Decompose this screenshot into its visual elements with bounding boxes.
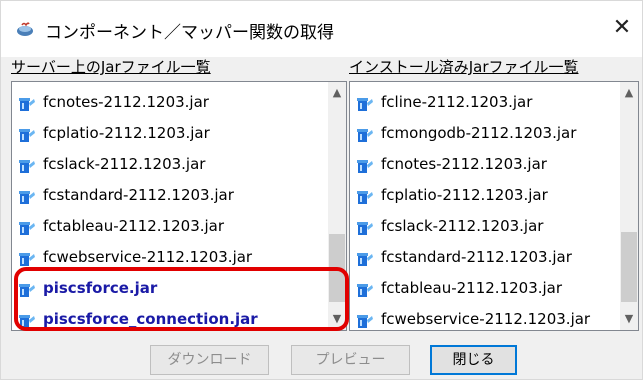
installed-jar-panel: インストール済みJarファイル一覧 fcline-2112.1203.jar fc… xyxy=(349,57,639,331)
dialog-window: コンポーネント／マッパー関数の取得 ✕ サーバー上のJarファイル一覧 fcno… xyxy=(0,0,643,380)
list-item-label: fcstandard-2112.1203.jar xyxy=(381,248,572,266)
list-item-label: fcline-2112.1203.jar xyxy=(381,93,533,111)
jar-file-icon xyxy=(19,315,35,328)
scroll-thumb[interactable] xyxy=(329,234,345,302)
scroll-down-icon[interactable]: ▼ xyxy=(620,310,638,328)
installed-jar-scrollbar[interactable]: ▲ ▼ xyxy=(620,82,638,330)
scroll-up-icon[interactable]: ▲ xyxy=(328,84,346,102)
list-item-label: fcslack-2112.1203.jar xyxy=(381,217,544,235)
jar-file-icon xyxy=(357,160,373,173)
java-cup-icon xyxy=(17,22,33,36)
list-item-label: fcwebservice-2112.1203.jar xyxy=(381,310,591,328)
list-item-label: fcnotes-2112.1203.jar xyxy=(43,93,209,111)
scroll-down-icon[interactable]: ▼ xyxy=(328,310,346,328)
list-item-label: fcplatio-2112.1203.jar xyxy=(43,124,210,142)
jar-file-icon xyxy=(357,253,373,266)
preview-button[interactable]: プレビュー xyxy=(291,345,410,375)
installed-jar-header: インストール済みJarファイル一覧 xyxy=(349,58,579,76)
jar-file-icon xyxy=(357,284,373,297)
jar-file-icon xyxy=(19,129,35,142)
title-bar: コンポーネント／マッパー関数の取得 ✕ xyxy=(1,1,642,57)
server-jar-scrollbar[interactable]: ▲ ▼ xyxy=(328,82,346,330)
dialog-body: サーバー上のJarファイル一覧 fcnotes-2112.1203.jar fcp… xyxy=(1,57,642,379)
list-item-label: fctableau-2112.1203.jar xyxy=(43,217,225,235)
jar-file-icon xyxy=(357,129,373,142)
installed-jar-list[interactable]: fcline-2112.1203.jar fcmongodb-2112.1203.… xyxy=(349,81,639,331)
jar-file-icon xyxy=(357,191,373,204)
list-item-label: fcslack-2112.1203.jar xyxy=(43,155,206,173)
server-jar-panel: サーバー上のJarファイル一覧 fcnotes-2112.1203.jar fcp… xyxy=(11,57,347,331)
list-item-label: fcstandard-2112.1203.jar xyxy=(43,186,234,204)
close-button[interactable]: 閉じる xyxy=(430,345,517,375)
list-item-label: piscsforce.jar xyxy=(43,279,158,297)
jar-file-icon xyxy=(19,160,35,173)
server-jar-list[interactable]: fcnotes-2112.1203.jar fcplatio-2112.1203.… xyxy=(11,81,347,331)
jar-file-icon xyxy=(357,98,373,111)
jar-file-icon xyxy=(19,253,35,266)
window-title: コンポーネント／マッパー関数の取得 xyxy=(45,23,334,43)
jar-file-icon xyxy=(357,315,373,328)
list-item-label: fcnotes-2112.1203.jar xyxy=(381,155,547,173)
download-button[interactable]: ダウンロード xyxy=(150,345,269,375)
jar-file-icon xyxy=(19,222,35,235)
list-item-label: fcmongodb-2112.1203.jar xyxy=(381,124,577,142)
scroll-up-icon[interactable]: ▲ xyxy=(620,84,638,102)
scroll-thumb[interactable] xyxy=(621,232,637,302)
list-item-label: fcwebservice-2112.1203.jar xyxy=(43,248,253,266)
list-item-label: piscsforce_connection.jar xyxy=(43,310,258,328)
jar-file-icon xyxy=(357,222,373,235)
list-item-label: fcplatio-2112.1203.jar xyxy=(381,186,548,204)
jar-file-icon xyxy=(19,191,35,204)
list-item-label: fctableau-2112.1203.jar xyxy=(381,279,563,297)
jar-file-icon xyxy=(19,98,35,111)
server-jar-header: サーバー上のJarファイル一覧 xyxy=(11,58,211,76)
close-window-button[interactable]: ✕ xyxy=(602,9,642,47)
jar-file-icon xyxy=(19,284,35,297)
